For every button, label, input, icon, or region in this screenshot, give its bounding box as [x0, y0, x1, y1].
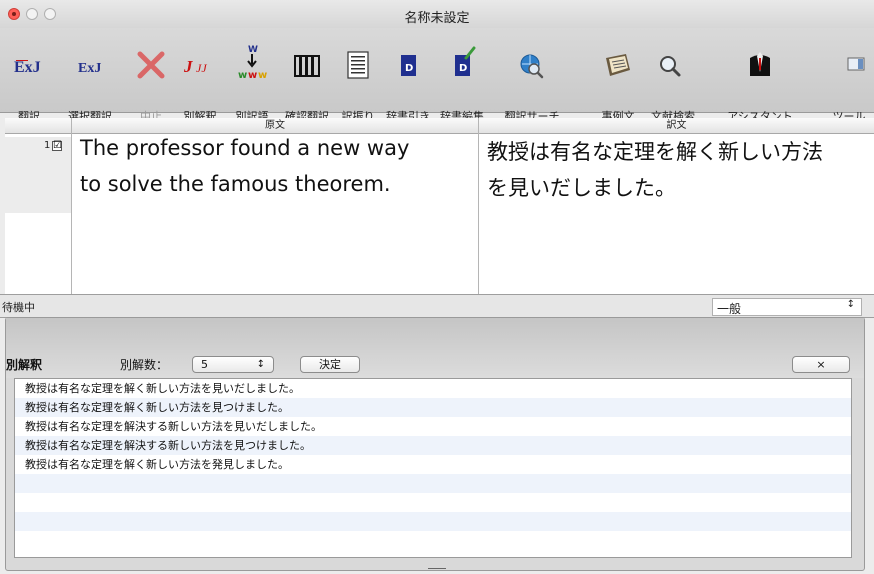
- decide-button[interactable]: 決定: [300, 356, 360, 373]
- svg-text:ExJ: ExJ: [14, 59, 41, 76]
- resize-grip[interactable]: [428, 568, 446, 569]
- row-number: 1: [44, 140, 51, 151]
- status-text: 待機中: [2, 301, 35, 314]
- exj-selection-icon: ExJ: [78, 61, 101, 76]
- magnifier-icon: [660, 56, 681, 77]
- svg-text:D: D: [459, 63, 467, 74]
- target-column-header[interactable]: 訳文: [479, 118, 874, 134]
- updown-arrows-icon: ↕: [256, 359, 265, 370]
- alternate-interpretation-button[interactable]: J JJ 別解釈: [178, 42, 222, 123]
- toolbar: ExJ 翻訳 ExJ 選択翻訳 中止 J JJ 別解釈 W w w w 別訳語 …: [0, 28, 874, 123]
- stop-button[interactable]: 中止: [134, 42, 168, 123]
- svg-text:W: W: [248, 45, 258, 55]
- genre-value: 一般: [717, 302, 742, 316]
- row-checkbox[interactable]: ☑: [52, 141, 62, 151]
- tools-button[interactable]: ツール: [818, 42, 874, 123]
- empty-row: [15, 493, 851, 512]
- dictionary-icon: D: [401, 55, 416, 76]
- dictionary-edit-icon: D: [455, 46, 476, 76]
- target-text-line[interactable]: 教授は有名な定理を解く新しい方法: [487, 136, 823, 166]
- alt-panel-title: 別解釈: [6, 358, 43, 372]
- genre-select[interactable]: 一般 ↕: [712, 298, 862, 316]
- example-sentences-button[interactable]: 事例文: [594, 42, 642, 123]
- svg-text:ExJ: ExJ: [78, 61, 101, 76]
- svg-text:JJ: JJ: [196, 61, 207, 75]
- assistant-icon: [750, 52, 770, 76]
- dictionary-edit-button[interactable]: D 辞書編集: [438, 42, 486, 123]
- source-text-line[interactable]: to solve the famous theorem.: [80, 172, 391, 196]
- confirm-translate-button[interactable]: 確認翻訳: [282, 42, 332, 123]
- window-title: 名称未設定: [404, 11, 470, 26]
- exj-translate-icon: ExJ: [14, 59, 41, 76]
- columns-icon: [294, 55, 320, 77]
- lines-icon: [347, 51, 369, 79]
- globe-search-icon: [520, 54, 544, 79]
- dictionary-lookup-button[interactable]: D 辞書引き: [384, 42, 432, 123]
- selection-translate-button[interactable]: ExJ 選択翻訳: [66, 42, 114, 123]
- title-bar: 名称未設定: [0, 0, 874, 28]
- list-item[interactable]: 教授は有名な定理を解決する新しい方法を見いだしました。: [15, 417, 851, 436]
- list-item[interactable]: 教授は有名な定理を解く新しい方法を発見しました。: [15, 455, 851, 474]
- alt-count-label: 別解数：: [120, 358, 169, 372]
- empty-row: [15, 512, 851, 531]
- status-bar: 待機中 一般 ↕: [0, 294, 874, 318]
- alternate-interpretation-icon: J JJ: [183, 57, 207, 76]
- svg-text:w: w: [238, 70, 247, 81]
- empty-row: [15, 531, 851, 550]
- column-divider[interactable]: [478, 118, 479, 294]
- target-text-line[interactable]: を見いだしました。: [487, 172, 676, 202]
- alternate-list: 教授は有名な定理を解く新しい方法を見いだしました。 教授は有名な定理を解く新しい…: [14, 378, 852, 558]
- svg-text:w: w: [258, 70, 267, 81]
- source-column-header[interactable]: 原文: [72, 118, 478, 134]
- list-item[interactable]: 教授は有名な定理を解決する新しい方法を見つけました。: [15, 436, 851, 455]
- literature-search-button[interactable]: 文献検索: [642, 42, 700, 123]
- svg-text:w: w: [248, 70, 257, 81]
- alt-count-stepper[interactable]: 5 ↕: [192, 356, 274, 373]
- svg-text:J: J: [183, 57, 193, 76]
- column-divider: [71, 118, 72, 294]
- translate-button[interactable]: ExJ 翻訳: [12, 42, 46, 123]
- tool-panel-icon: [847, 57, 865, 71]
- furigana-button[interactable]: 訳振り: [338, 42, 378, 123]
- alternate-words-button[interactable]: W w w w 別訳語: [230, 42, 274, 123]
- alt-count-value: 5: [201, 358, 208, 371]
- row-number-header: [5, 118, 71, 134]
- example-book-icon: [606, 54, 630, 76]
- updown-arrows-icon: ↕: [846, 299, 855, 310]
- empty-row: [15, 474, 851, 493]
- alternate-words-icon: W w w w: [238, 45, 267, 81]
- close-panel-button[interactable]: ×: [792, 356, 850, 373]
- stop-x-icon: [137, 51, 165, 79]
- list-item[interactable]: 教授は有名な定理を解く新しい方法を見つけました。: [15, 398, 851, 417]
- assistant-button[interactable]: アシスタント: [722, 42, 798, 123]
- svg-text:D: D: [405, 63, 413, 74]
- list-item[interactable]: 教授は有名な定理を解く新しい方法を見いだしました。: [15, 379, 851, 398]
- source-text-line[interactable]: The professor found a new way: [80, 136, 409, 160]
- translation-search-button[interactable]: 翻訳サーチ: [500, 42, 564, 123]
